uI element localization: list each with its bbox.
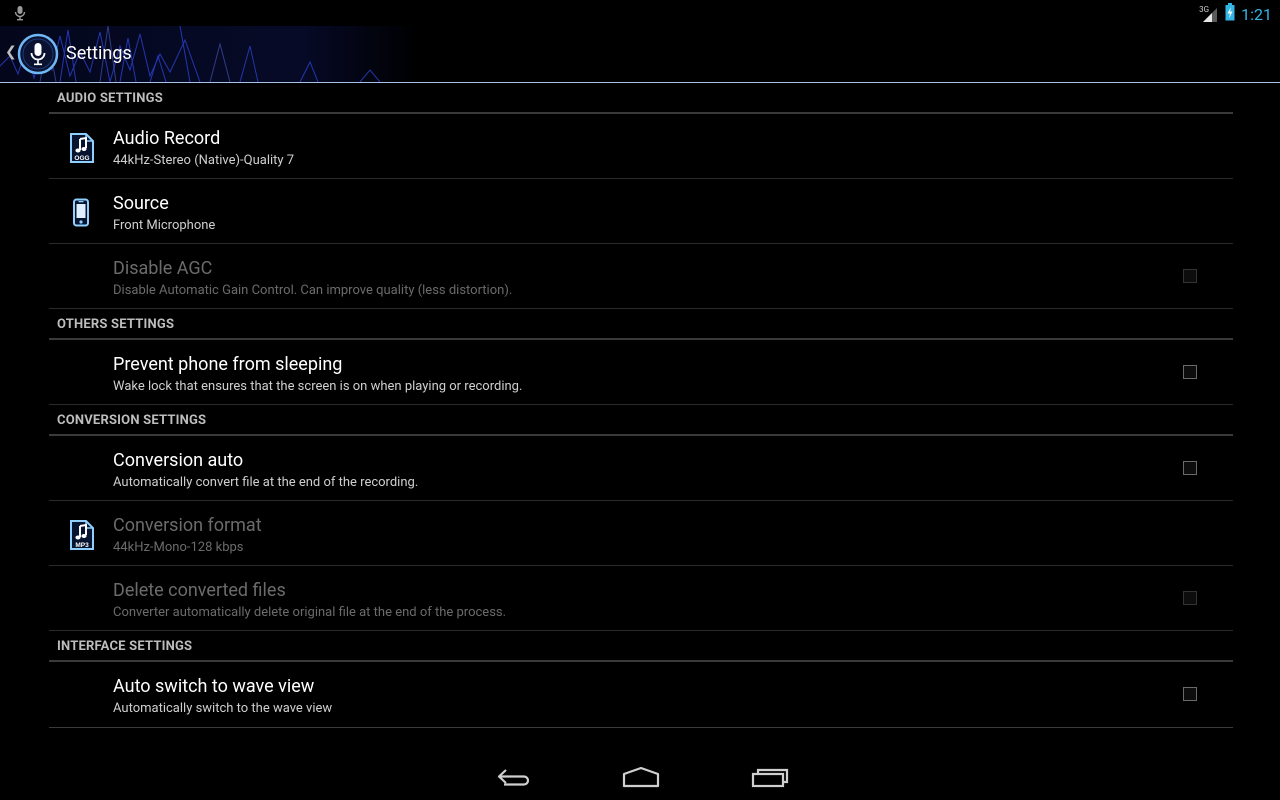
navigation-bar xyxy=(0,752,1280,800)
setting-conversion-auto[interactable]: Conversion auto Automatically convert fi… xyxy=(49,436,1233,501)
prevent-sleep-checkbox[interactable] xyxy=(1183,365,1197,379)
back-icon[interactable] xyxy=(494,764,532,794)
setting-summary: Automatically switch to the wave view xyxy=(113,701,333,716)
battery-charging-icon xyxy=(1225,3,1235,25)
auto-wave-view-checkbox[interactable] xyxy=(1183,687,1197,701)
page-title: Settings xyxy=(66,43,132,64)
ogg-label: OGG xyxy=(74,155,89,162)
setting-summary: Front Microphone xyxy=(113,218,216,233)
conversion-auto-checkbox[interactable] xyxy=(1183,461,1197,475)
section-header-others: OTHERS SETTINGS xyxy=(49,309,1233,340)
home-icon[interactable] xyxy=(622,764,660,794)
setting-title: Delete converted files xyxy=(113,580,286,601)
mic-notification-icon xyxy=(14,5,26,25)
setting-delete-converted[interactable]: Delete converted files Converter automat… xyxy=(49,566,1233,631)
setting-title: Conversion auto xyxy=(113,450,244,471)
back-caret-icon[interactable]: ❮ xyxy=(5,44,17,60)
status-bar: 3G 1:21 xyxy=(0,0,1280,26)
setting-conversion-format[interactable]: MP3 Conversion format 44kHz-Mono-128 kbp… xyxy=(49,501,1233,566)
disable-agc-checkbox[interactable] xyxy=(1183,269,1197,283)
setting-title: Source xyxy=(113,193,169,214)
waveform-decoration xyxy=(0,26,381,82)
setting-audio-record[interactable]: OGG Audio Record 44kHz-Stereo (Native)-Q… xyxy=(49,114,1233,179)
setting-summary: Disable Automatic Gain Control. Can impr… xyxy=(113,283,513,298)
setting-summary: 44kHz-Mono-128 kbps xyxy=(113,540,244,555)
section-header-conversion: CONVERSION SETTINGS xyxy=(49,405,1233,436)
setting-prevent-sleep[interactable]: Prevent phone from sleeping Wake lock th… xyxy=(49,340,1233,405)
setting-title: Auto switch to wave view xyxy=(113,676,315,697)
setting-title: Prevent phone from sleeping xyxy=(113,354,343,375)
recent-apps-icon[interactable] xyxy=(750,764,790,794)
setting-summary: Wake lock that ensures that the screen i… xyxy=(113,379,523,394)
phone-icon xyxy=(67,198,95,228)
setting-summary: Automatically convert file at the end of… xyxy=(113,475,419,490)
setting-title: Disable AGC xyxy=(113,258,213,279)
clock: 1:21 xyxy=(1241,4,1272,24)
setting-summary: Converter automatically delete original … xyxy=(113,605,507,620)
setting-disable-agc[interactable]: Disable AGC Disable Automatic Gain Contr… xyxy=(49,244,1233,309)
section-header-interface: INTERFACE SETTINGS xyxy=(49,631,1233,662)
setting-title: Conversion format xyxy=(113,515,262,536)
setting-auto-wave-view[interactable]: Auto switch to wave view Automatically s… xyxy=(49,662,1233,728)
ogg-file-icon: OGG xyxy=(67,133,95,163)
mp3-file-icon: MP3 xyxy=(67,520,95,550)
app-mic-icon[interactable] xyxy=(17,33,59,79)
delete-converted-checkbox[interactable] xyxy=(1183,591,1197,605)
settings-list: AUDIO SETTINGS OGG Audio Record 44kHz-St… xyxy=(49,83,1233,728)
action-bar: ❮ Settings xyxy=(0,26,1280,82)
section-header-audio: AUDIO SETTINGS xyxy=(49,83,1233,114)
mp3-label: MP3 xyxy=(75,542,89,549)
setting-summary: 44kHz-Stereo (Native)-Quality 7 xyxy=(113,153,295,168)
setting-source[interactable]: Source Front Microphone xyxy=(49,179,1233,244)
setting-title: Audio Record xyxy=(113,128,221,149)
signal-icon: 3G xyxy=(1199,5,1219,23)
